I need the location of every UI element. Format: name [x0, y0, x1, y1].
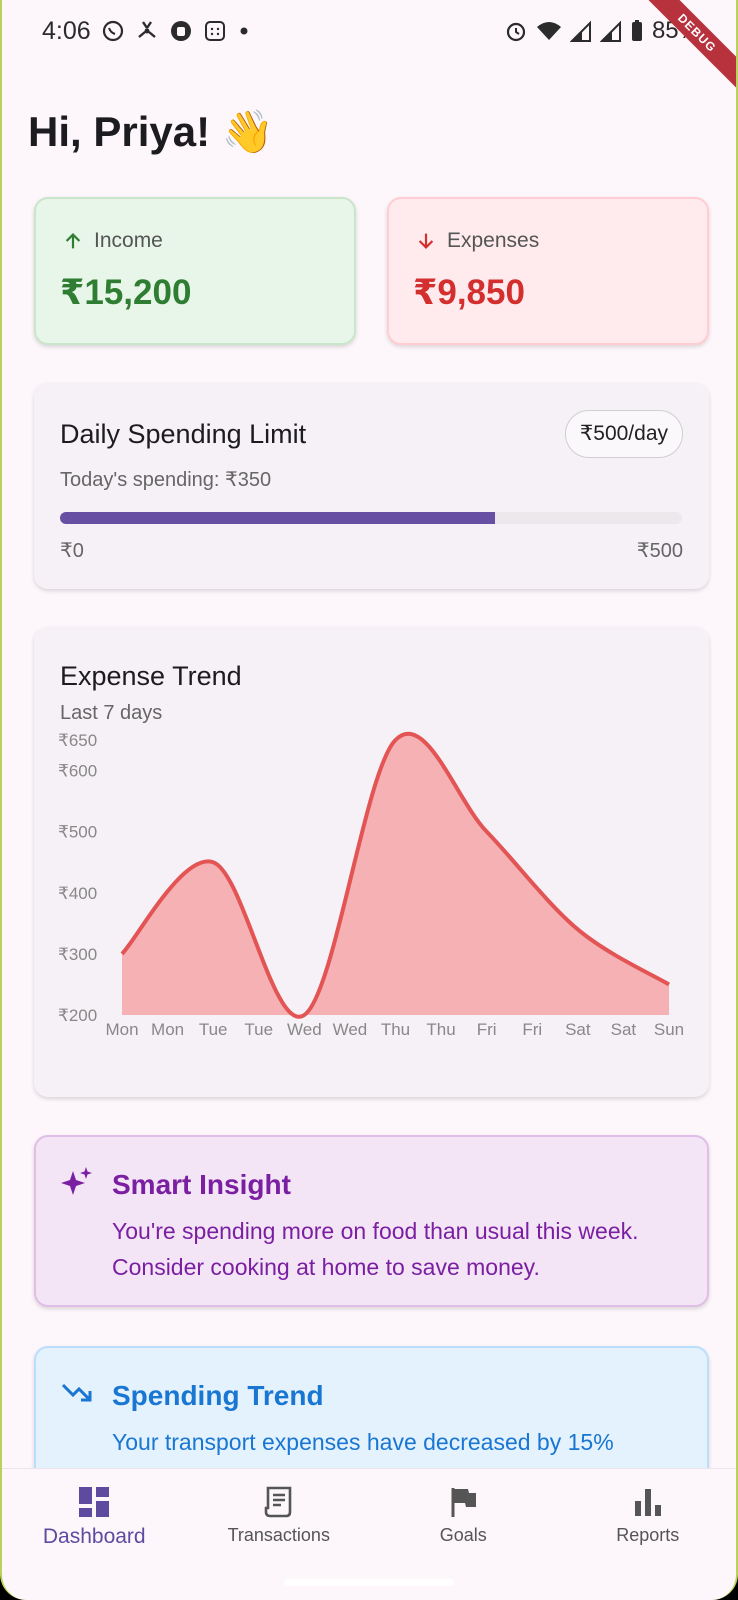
y-tick-label: ₹600 [58, 762, 97, 781]
receipt-icon [264, 1486, 292, 1518]
sparkle-icon [61, 1167, 92, 1195]
page-title: Hi, Priya! 👋 [28, 108, 275, 155]
nav-goals-label: Goals [439, 1525, 487, 1545]
expense-value: ₹9,850 [413, 273, 525, 312]
x-tick-label: Mon [105, 1020, 138, 1039]
app-icon [170, 21, 191, 41]
x-tick-label: Sat [565, 1020, 591, 1039]
x-tick-label: Wed [287, 1020, 322, 1039]
more-dot-icon [240, 27, 248, 35]
nav-transactions-label: Transactions [227, 1525, 330, 1545]
flag-icon [451, 1488, 477, 1517]
x-tick-label: Thu [381, 1020, 410, 1039]
fan-icon [137, 21, 156, 38]
y-tick-label: ₹400 [58, 884, 97, 903]
expense-area [122, 733, 669, 1017]
nav-reports[interactable]: Reports [568, 1485, 728, 1546]
x-tick-label: Mon [151, 1020, 184, 1039]
smart-insight-card[interactable]: Smart Insight You're spending more on fo… [34, 1135, 709, 1307]
spending-progress-bar [60, 512, 682, 524]
bar-chart-icon [634, 1489, 661, 1516]
home-indicator[interactable] [284, 1579, 454, 1586]
x-tick-label: Fri [522, 1020, 542, 1039]
expense-header: Expenses [415, 229, 539, 253]
y-tick-label: ₹200 [58, 1006, 97, 1025]
calculator-icon [204, 21, 225, 41]
y-tick-label: ₹500 [58, 823, 97, 842]
expense-card[interactable]: Expenses ₹9,850 [387, 197, 709, 345]
income-card[interactable]: Income ₹15,200 [34, 197, 356, 345]
income-label: Income [94, 229, 163, 252]
smart-insight-title: Smart Insight [112, 1169, 291, 1200]
wifi-icon [536, 22, 561, 40]
income-header: Income [62, 229, 163, 253]
nav-dashboard-label: Dashboard [42, 1525, 146, 1548]
y-tick-label: ₹300 [58, 945, 97, 964]
spending-trend-body: Your transport expenses have decreased b… [112, 1429, 614, 1455]
limit-max-label: ₹500 [636, 540, 683, 562]
daily-limit-badge[interactable]: ₹500/day [564, 410, 683, 458]
signal-icon [569, 20, 591, 42]
dashboard-icon [79, 1487, 110, 1517]
smart-insight-body: You're spending more on food than usual … [112, 1218, 639, 1280]
whatsapp-icon [102, 20, 123, 42]
x-tick-label: Tue [199, 1020, 228, 1039]
limit-min-label: ₹0 [60, 540, 84, 562]
y-tick-label: ₹650 [58, 731, 97, 750]
nav-dashboard[interactable]: Dashboard [14, 1485, 174, 1549]
status-bar: 4:06 85% [2, 0, 736, 62]
trending-down-icon [61, 1383, 92, 1402]
daily-limit-card[interactable]: Daily Spending Limit ₹500/day Today's sp… [34, 383, 709, 589]
x-tick-label: Sat [611, 1020, 637, 1039]
expense-trend-chart: ₹200 ₹300 ₹400 ₹500 ₹600 ₹650 Mon Mon Tue Tue Wed W… [58, 731, 684, 1039]
signal-icon-2 [599, 20, 621, 42]
expense-label: Expenses [447, 229, 540, 252]
daily-limit-title: Daily Spending Limit [60, 419, 307, 449]
nav-goals[interactable]: Goals [383, 1485, 543, 1546]
x-tick-label: Sun [654, 1020, 684, 1039]
expense-trend-card: Expense Trend Last 7 days ₹200 ₹300 ₹400 ₹5… [34, 627, 709, 1097]
battery-icon [631, 20, 642, 41]
spending-progress-fill [60, 512, 496, 524]
x-tick-label: Wed [333, 1020, 368, 1039]
x-tick-label: Tue [244, 1020, 273, 1039]
alarm-icon [506, 22, 526, 42]
spending-trend-title: Spending Trend [112, 1380, 324, 1411]
notification-icons [101, 19, 251, 43]
arrow-down-icon [418, 233, 434, 249]
app-screen: 4:06 85% DEBUG Hi, Priya! 👋 Income ₹15,2… [0, 0, 738, 1600]
nav-transactions[interactable]: Transactions [199, 1485, 359, 1546]
x-tick-label: Fri [477, 1020, 497, 1039]
today-spending: Today's spending: ₹350 [60, 469, 272, 491]
income-value: ₹15,200 [60, 273, 192, 312]
arrow-up-icon [65, 233, 81, 249]
x-tick-label: Thu [426, 1020, 455, 1039]
bottom-navigation: Dashboard Transactions Goals Reports [2, 1468, 736, 1564]
nav-reports-label: Reports [616, 1525, 680, 1545]
status-time: 4:06 [42, 16, 91, 45]
